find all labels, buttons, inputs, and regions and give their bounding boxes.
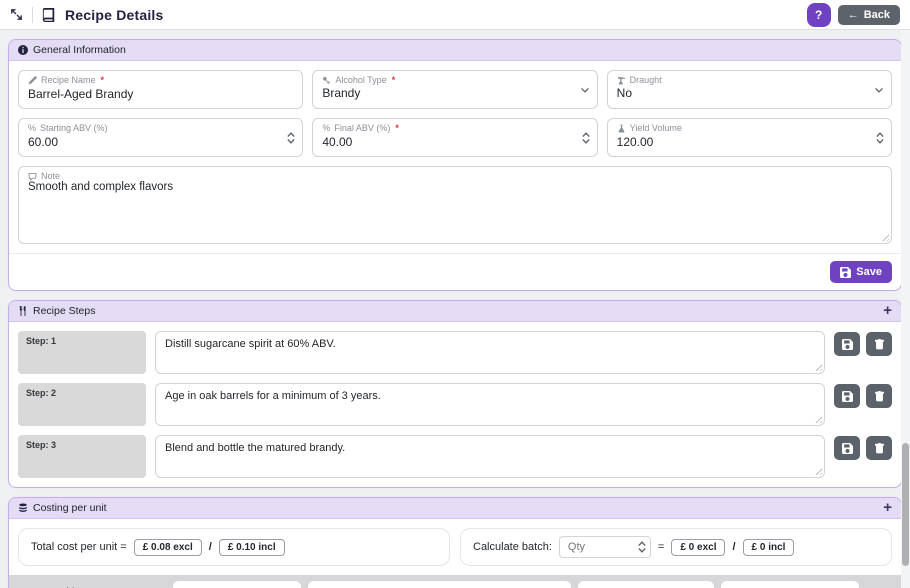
cost-cell: Cost: £ 0.01 excl Cost: £ 0.01 incl: [721, 581, 859, 588]
top-navbar: Recipe Details ? ← Back: [0, 0, 910, 30]
general-information-header: General Information: [9, 40, 901, 61]
step-textarea[interactable]: Blend and bottle the matured brandy.: [156, 436, 824, 477]
scrollbar-track: [901, 30, 910, 588]
flask-icon: [617, 124, 626, 133]
number-stepper-icon[interactable]: [287, 131, 295, 144]
add-step-button[interactable]: +: [883, 305, 892, 317]
total-cost-box: Total cost per unit = £ 0.08 excl / £ 0.…: [18, 528, 450, 566]
recipe-steps-card: Recipe Steps + Step: 1 Distill sugarcane…: [8, 300, 902, 488]
starting-abv-field[interactable]: % Starting ABV (%): [18, 118, 303, 157]
save-step-button[interactable]: [834, 436, 860, 460]
save-button[interactable]: Save: [830, 261, 892, 283]
step-text-wrap: Distill sugarcane spirit at 60% ABV.: [155, 331, 825, 374]
delete-step-button[interactable]: [866, 384, 892, 408]
alcohol-type-icon: [322, 76, 331, 85]
alcohol-type-select[interactable]: Brandy: [322, 85, 587, 100]
arrow-left-icon: ←: [848, 9, 859, 21]
batch-excl-badge: £ 0 excl: [671, 539, 725, 556]
save-step-button[interactable]: [834, 384, 860, 408]
recipe-name-input[interactable]: [28, 86, 272, 101]
info-icon: [18, 45, 28, 55]
costing-card: Costing per unit + Total cost per unit =…: [8, 497, 902, 588]
recipe-name-field[interactable]: Recipe Name *: [18, 70, 303, 109]
comment-icon: [28, 172, 37, 181]
yield-volume-field[interactable]: Yield Volume: [607, 118, 892, 157]
draught-tap-icon: [617, 76, 626, 85]
calculate-batch-label: Calculate batch:: [473, 541, 552, 553]
step-number-label: Step: 1: [18, 331, 146, 374]
number-stepper-icon[interactable]: [638, 541, 646, 554]
recipe-steps-header: Recipe Steps +: [9, 301, 901, 322]
calculate-batch-box: Calculate batch: = £ 0 excl / £ 0 incl: [460, 528, 892, 566]
save-step-button[interactable]: [834, 332, 860, 356]
alcohol-type-field[interactable]: Alcohol Type * Brandy: [312, 70, 597, 109]
total-cost-label: Total cost per unit =: [31, 541, 127, 553]
divider: [32, 7, 33, 23]
step-number-label: Step: 3: [18, 435, 146, 478]
general-footer: Save: [9, 253, 901, 290]
step-row: Step: 1 Distill sugarcane spirit at 60% …: [18, 331, 892, 374]
scrollbar-thumb[interactable]: [902, 443, 909, 566]
delete-step-button[interactable]: [866, 436, 892, 460]
save-icon: [840, 267, 851, 278]
step-row: Step: 2 Age in oak barrels for a minimum…: [18, 383, 892, 426]
chevron-down-icon[interactable]: [580, 85, 590, 95]
draught-select[interactable]: No: [617, 85, 882, 100]
general-information-card: General Information Recipe Name * Alcoho…: [8, 39, 902, 291]
amount-cell: Amount 60 unit: [578, 581, 714, 588]
number-stepper-icon[interactable]: [876, 131, 884, 144]
page-title: Recipe Details: [65, 7, 164, 23]
ingredient-row: Tamper-Evident Caps Category Packaging N…: [9, 575, 901, 588]
coins-icon: [18, 503, 28, 513]
percent-icon: %: [28, 123, 36, 133]
note-field[interactable]: Note Smooth and complex flavors: [18, 166, 892, 244]
starting-abv-input[interactable]: [28, 134, 272, 149]
help-button[interactable]: ?: [807, 3, 831, 27]
final-abv-input[interactable]: [322, 134, 566, 149]
sidebar-collapse-icon[interactable]: [10, 8, 23, 21]
chevron-down-icon[interactable]: [874, 85, 884, 95]
total-incl-badge: £ 0.10 incl: [219, 539, 285, 556]
batch-incl-badge: £ 0 incl: [743, 539, 795, 556]
yield-volume-input[interactable]: [617, 134, 861, 149]
step-row: Step: 3 Blend and bottle the matured bra…: [18, 435, 892, 478]
add-ingredient-button[interactable]: +: [883, 502, 892, 514]
costing-header: Costing per unit +: [9, 498, 901, 519]
pencil-icon: [28, 76, 37, 85]
step-text-wrap: Age in oak barrels for a minimum of 3 ye…: [155, 383, 825, 426]
utensils-icon: [18, 306, 28, 316]
total-excl-badge: £ 0.08 excl: [134, 539, 202, 556]
delete-step-button[interactable]: [866, 332, 892, 356]
ingredient-name: Tamper-Evident Caps: [18, 581, 166, 588]
step-number-label: Step: 2: [18, 383, 146, 426]
note-cell: Note Sugarcane Neutral Spirit for Brandy: [308, 581, 571, 588]
step-textarea[interactable]: Age in oak barrels for a minimum of 3 ye…: [156, 384, 824, 425]
step-textarea[interactable]: Distill sugarcane spirit at 60% ABV.: [156, 332, 824, 373]
draught-field[interactable]: Draught No: [607, 70, 892, 109]
recipe-book-icon: [42, 8, 56, 22]
note-textarea[interactable]: Smooth and complex flavors: [28, 181, 882, 233]
final-abv-field[interactable]: % Final ABV (%) *: [312, 118, 597, 157]
step-text-wrap: Blend and bottle the matured brandy.: [155, 435, 825, 478]
resize-handle[interactable]: [880, 232, 889, 241]
back-button[interactable]: ← Back: [838, 5, 900, 25]
category-cell: Category Packaging: [173, 581, 301, 588]
number-stepper-icon[interactable]: [582, 131, 590, 144]
percent-icon: %: [322, 123, 330, 133]
